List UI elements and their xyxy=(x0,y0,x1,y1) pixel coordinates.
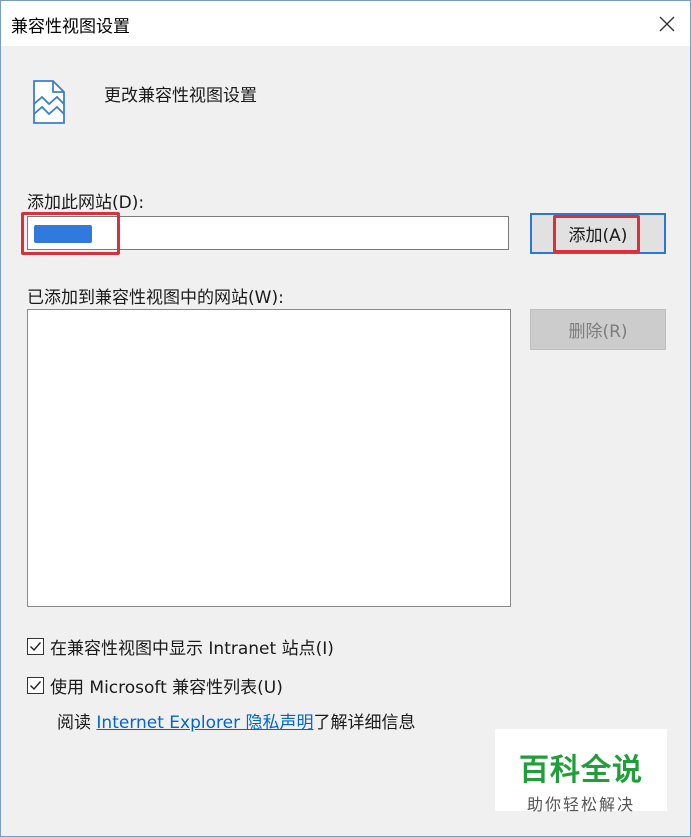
watermark-subtitle: 助你轻松解决 xyxy=(526,795,635,814)
window-title: 兼容性视图设置 xyxy=(11,17,130,37)
delete-button[interactable]: 删除(R) xyxy=(530,309,666,350)
checkmark-icon xyxy=(30,642,42,652)
add-site-input[interactable] xyxy=(27,216,509,250)
ms-list-option[interactable]: 使用 Microsoft 兼容性列表(U) xyxy=(27,673,283,698)
add-site-label: 添加此网站(D): xyxy=(27,193,145,213)
checkmark-icon xyxy=(30,681,42,691)
close-button[interactable] xyxy=(644,1,690,46)
site-list[interactable] xyxy=(27,309,511,607)
selected-url-text xyxy=(34,225,92,243)
site-list-label: 已添加到兼容性视图中的网站(W): xyxy=(27,288,284,308)
intranet-option-label: 在兼容性视图中显示 Intranet 站点(I) xyxy=(50,639,334,659)
add-button[interactable]: 添加(A) xyxy=(530,213,666,254)
privacy-link[interactable]: Internet Explorer 隐私声明 xyxy=(96,713,313,733)
title-bar: 兼容性视图设置 xyxy=(1,1,690,46)
delete-button-label: 删除(R) xyxy=(568,322,628,342)
intranet-checkbox[interactable] xyxy=(27,638,44,655)
privacy-statement: 阅读 Internet Explorer 隐私声明了解详细信息 xyxy=(57,708,416,733)
intranet-option[interactable]: 在兼容性视图中显示 Intranet 站点(I) xyxy=(27,634,334,659)
privacy-suffix: 了解详细信息 xyxy=(313,713,416,733)
watermark-logo: 百科全说 助你轻松解决 xyxy=(495,729,667,814)
watermark-title: 百科全说 xyxy=(519,753,643,788)
ms-list-option-label: 使用 Microsoft 兼容性列表(U) xyxy=(50,678,283,698)
compat-view-icon xyxy=(33,80,65,124)
compat-view-dialog: 兼容性视图设置 更改兼容性视图设置 添加此网站(D): 添加(A) 已添加到兼容… xyxy=(0,0,691,837)
ms-list-checkbox[interactable] xyxy=(27,677,44,694)
add-button-label: 添加(A) xyxy=(568,226,628,246)
privacy-prefix: 阅读 xyxy=(57,713,97,733)
close-icon xyxy=(659,16,675,31)
header-title: 更改兼容性视图设置 xyxy=(104,86,257,106)
